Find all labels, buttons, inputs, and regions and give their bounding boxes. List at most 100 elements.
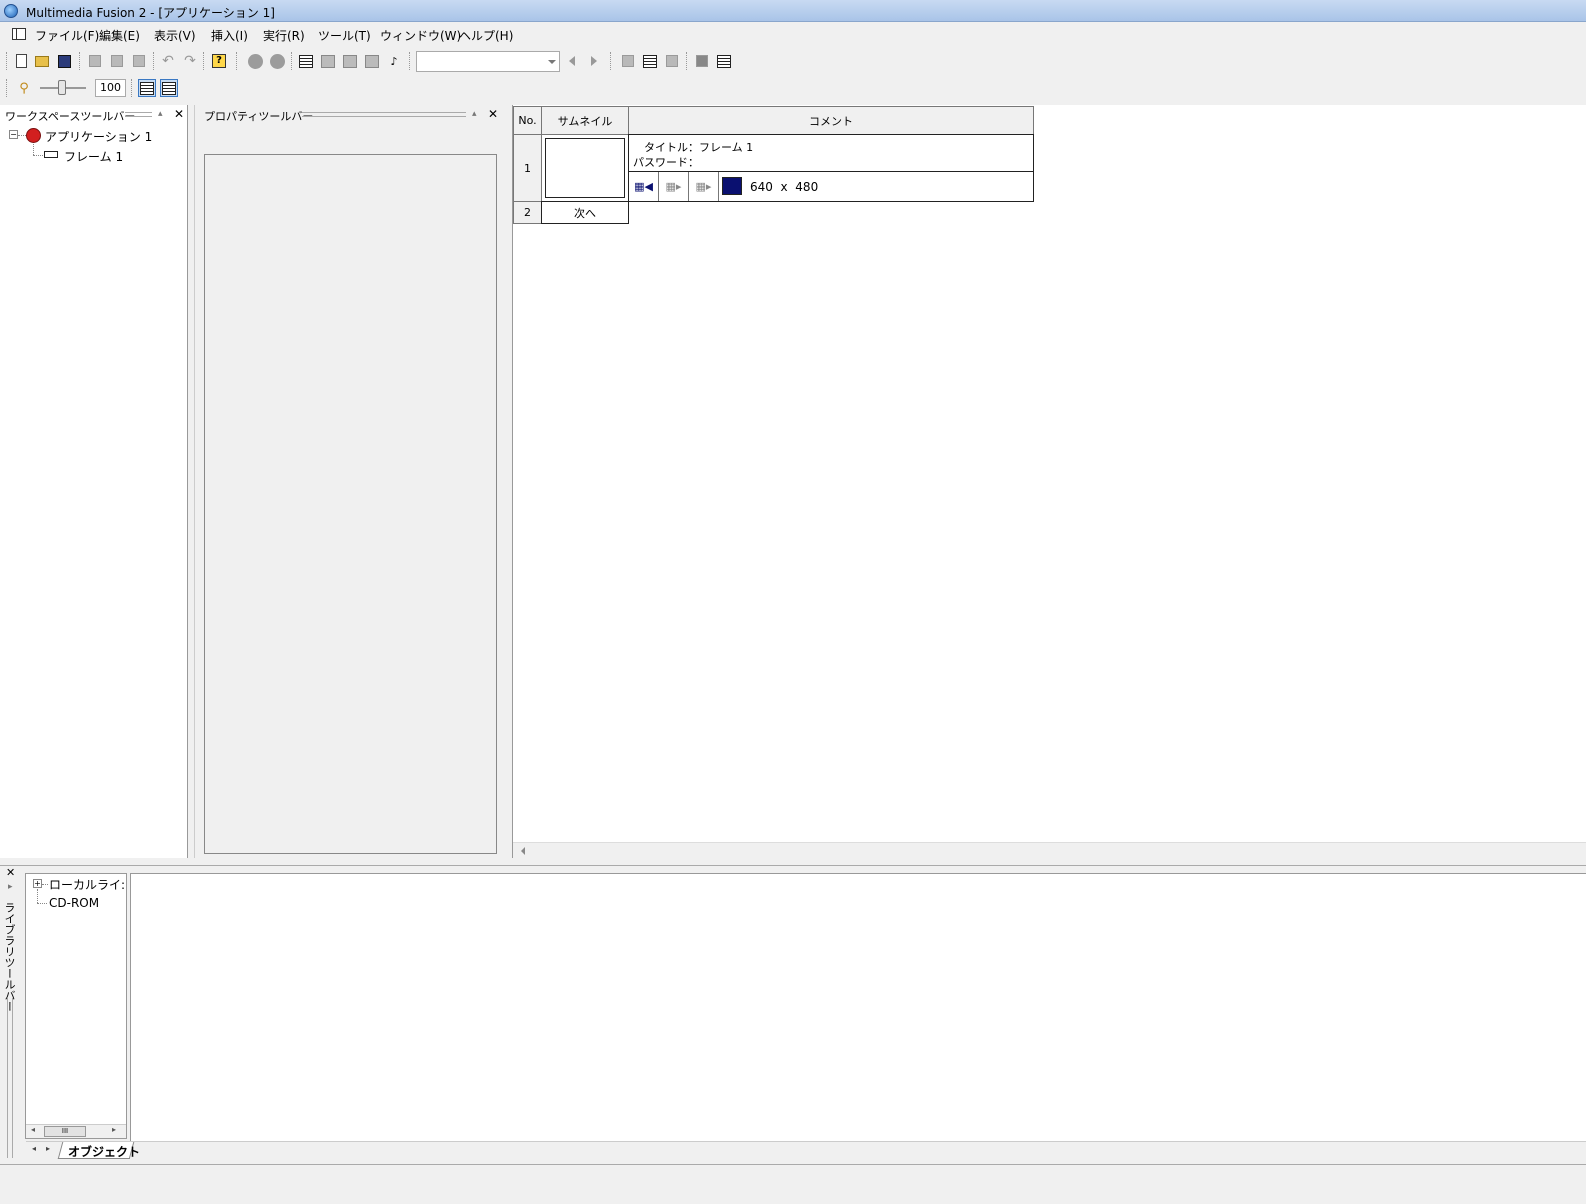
- frame-icon: [44, 151, 58, 158]
- event-editor-button[interactable]: [341, 52, 359, 70]
- frame-thumbnail[interactable]: [545, 138, 625, 198]
- zoom-slider-thumb[interactable]: [58, 80, 66, 95]
- toolbar-separator: [236, 52, 238, 70]
- data-elements-button[interactable]: ♪: [385, 52, 403, 70]
- arrow-right-icon: [591, 56, 597, 66]
- previous-frame-button[interactable]: [563, 52, 581, 70]
- title-value[interactable]: フレーム 1: [699, 141, 753, 154]
- menu-view[interactable]: 表示(V): [154, 27, 196, 44]
- scroll-left-icon[interactable]: ◂: [31, 1125, 35, 1134]
- frame-comment-cell[interactable]: タイトル：フレーム 1 パスワード：: [628, 134, 1034, 172]
- library-title: ライブラリツールバー: [3, 902, 16, 1012]
- properties-grip[interactable]: [302, 112, 466, 117]
- record-button-2[interactable]: [268, 52, 286, 70]
- thumbnail-view-button[interactable]: [138, 79, 156, 97]
- properties-content: [204, 154, 497, 854]
- toolbar-separator: [409, 52, 411, 70]
- menu-file[interactable]: ファイル(F): [35, 27, 99, 44]
- library-tree: [25, 873, 127, 1139]
- undo-button[interactable]: ↶: [159, 52, 177, 70]
- library-grip[interactable]: [7, 998, 13, 1158]
- tab-scroll-right-icon[interactable]: ▸: [46, 1144, 50, 1153]
- paste-button[interactable]: [130, 52, 148, 70]
- redo-button[interactable]: ↷: [181, 52, 199, 70]
- zoom-input[interactable]: 100: [95, 79, 126, 97]
- horizontal-scrollbar[interactable]: [513, 842, 1586, 858]
- background-color-swatch[interactable]: [722, 177, 742, 195]
- save-button[interactable]: [55, 52, 73, 70]
- toolbar-grip[interactable]: [6, 79, 8, 97]
- comment-icon: [666, 55, 678, 67]
- menu-tools[interactable]: ツール(T): [318, 27, 371, 44]
- tool-button-1[interactable]: [619, 52, 637, 70]
- library-close-button[interactable]: ✕: [6, 866, 15, 879]
- thumbnail-view-icon: [140, 81, 154, 95]
- collapse-toggle[interactable]: −: [9, 130, 18, 139]
- workspace-close-button[interactable]: ✕: [174, 107, 184, 121]
- cut-button[interactable]: [86, 52, 104, 70]
- storyboard-editor-button[interactable]: [297, 52, 315, 70]
- scroll-thumb[interactable]: III: [44, 1126, 86, 1137]
- scroll-right-icon[interactable]: ▸: [112, 1125, 116, 1134]
- menu-edit[interactable]: 編集(E): [99, 27, 140, 44]
- tool-button-3[interactable]: [663, 52, 681, 70]
- properties-close-button[interactable]: ✕: [488, 107, 498, 121]
- data-elements-icon: ♪: [390, 54, 398, 68]
- frame-thumbnail-cell[interactable]: [541, 134, 629, 202]
- fade-out-button[interactable]: ▦▸: [689, 172, 719, 201]
- document-window-icon[interactable]: [12, 28, 26, 40]
- frame-settings-row: ▦◀ ▦▸ ▦▸ 640 x 480: [628, 171, 1034, 202]
- menu-help[interactable]: ヘルプ(H): [459, 27, 513, 44]
- toolbar-grip[interactable]: [6, 52, 8, 70]
- transition-button-1[interactable]: ▦▸: [659, 172, 689, 201]
- menu-insert[interactable]: 挿入(I): [211, 27, 248, 44]
- film-button[interactable]: [715, 52, 733, 70]
- menu-bar: ファイル(F) 編集(E) 表示(V) 挿入(I) 実行(R) ツール(T) ウ…: [0, 23, 1586, 46]
- workspace-grip[interactable]: [125, 112, 152, 117]
- properties-title: プロパティツールバー: [204, 110, 314, 123]
- copy-button[interactable]: [108, 52, 126, 70]
- tool-button-2[interactable]: [641, 52, 659, 70]
- record-button-1[interactable]: [246, 52, 264, 70]
- help-icon: ?: [212, 54, 226, 68]
- library-item-cdrom[interactable]: CD-ROM: [49, 896, 99, 910]
- tab-scroll-left-icon[interactable]: ◂: [32, 1144, 36, 1153]
- new-button[interactable]: [12, 52, 30, 70]
- save-icon: [57, 54, 71, 68]
- pin-icon[interactable]: ▸: [8, 882, 13, 892]
- circle-icon: [247, 53, 263, 69]
- window-title: Multimedia Fusion 2 - [アプリケーション 1]: [26, 6, 275, 20]
- frame-size[interactable]: 640 x 480: [750, 180, 818, 194]
- splitter[interactable]: [188, 105, 195, 858]
- next-frame-button[interactable]: [585, 52, 603, 70]
- event-list-button[interactable]: [363, 52, 381, 70]
- tree-connector: [37, 903, 47, 904]
- detail-view-button[interactable]: [160, 79, 178, 97]
- next-frame-cell[interactable]: 次へ: [541, 201, 629, 224]
- pin-icon[interactable]: ▴: [472, 109, 477, 119]
- tree-item-application[interactable]: アプリケーション 1: [45, 128, 152, 145]
- menu-window[interactable]: ウィンドウ(W): [380, 27, 461, 44]
- status-bar: [0, 1164, 1586, 1204]
- frame-editor-button[interactable]: [319, 52, 337, 70]
- zoom-button[interactable]: ⚲: [15, 79, 33, 97]
- splitter[interactable]: [505, 105, 512, 858]
- stop-button[interactable]: [693, 52, 711, 70]
- header-no: No.: [513, 106, 542, 135]
- frame-selector-combo[interactable]: [416, 51, 560, 72]
- expand-toggle[interactable]: +: [33, 879, 42, 888]
- open-button[interactable]: [33, 52, 51, 70]
- menu-run[interactable]: 実行(R): [263, 27, 305, 44]
- library-tree-scrollbar[interactable]: ◂ III ▸: [26, 1124, 126, 1138]
- pin-icon[interactable]: ▴: [158, 109, 163, 119]
- help-button[interactable]: ?: [210, 52, 228, 70]
- tree-item-frame[interactable]: フレーム 1: [64, 148, 123, 165]
- detail-view-icon: [162, 81, 176, 95]
- scroll-left-icon[interactable]: [521, 847, 525, 855]
- fade-in-button[interactable]: ▦◀: [629, 172, 659, 201]
- storyboard-editor: [512, 105, 1586, 858]
- library-items-area[interactable]: [130, 873, 1586, 1141]
- tree-connector: [33, 144, 34, 155]
- password-label: パスワード：: [633, 156, 699, 169]
- library-item-local[interactable]: ローカルライ:: [49, 876, 125, 893]
